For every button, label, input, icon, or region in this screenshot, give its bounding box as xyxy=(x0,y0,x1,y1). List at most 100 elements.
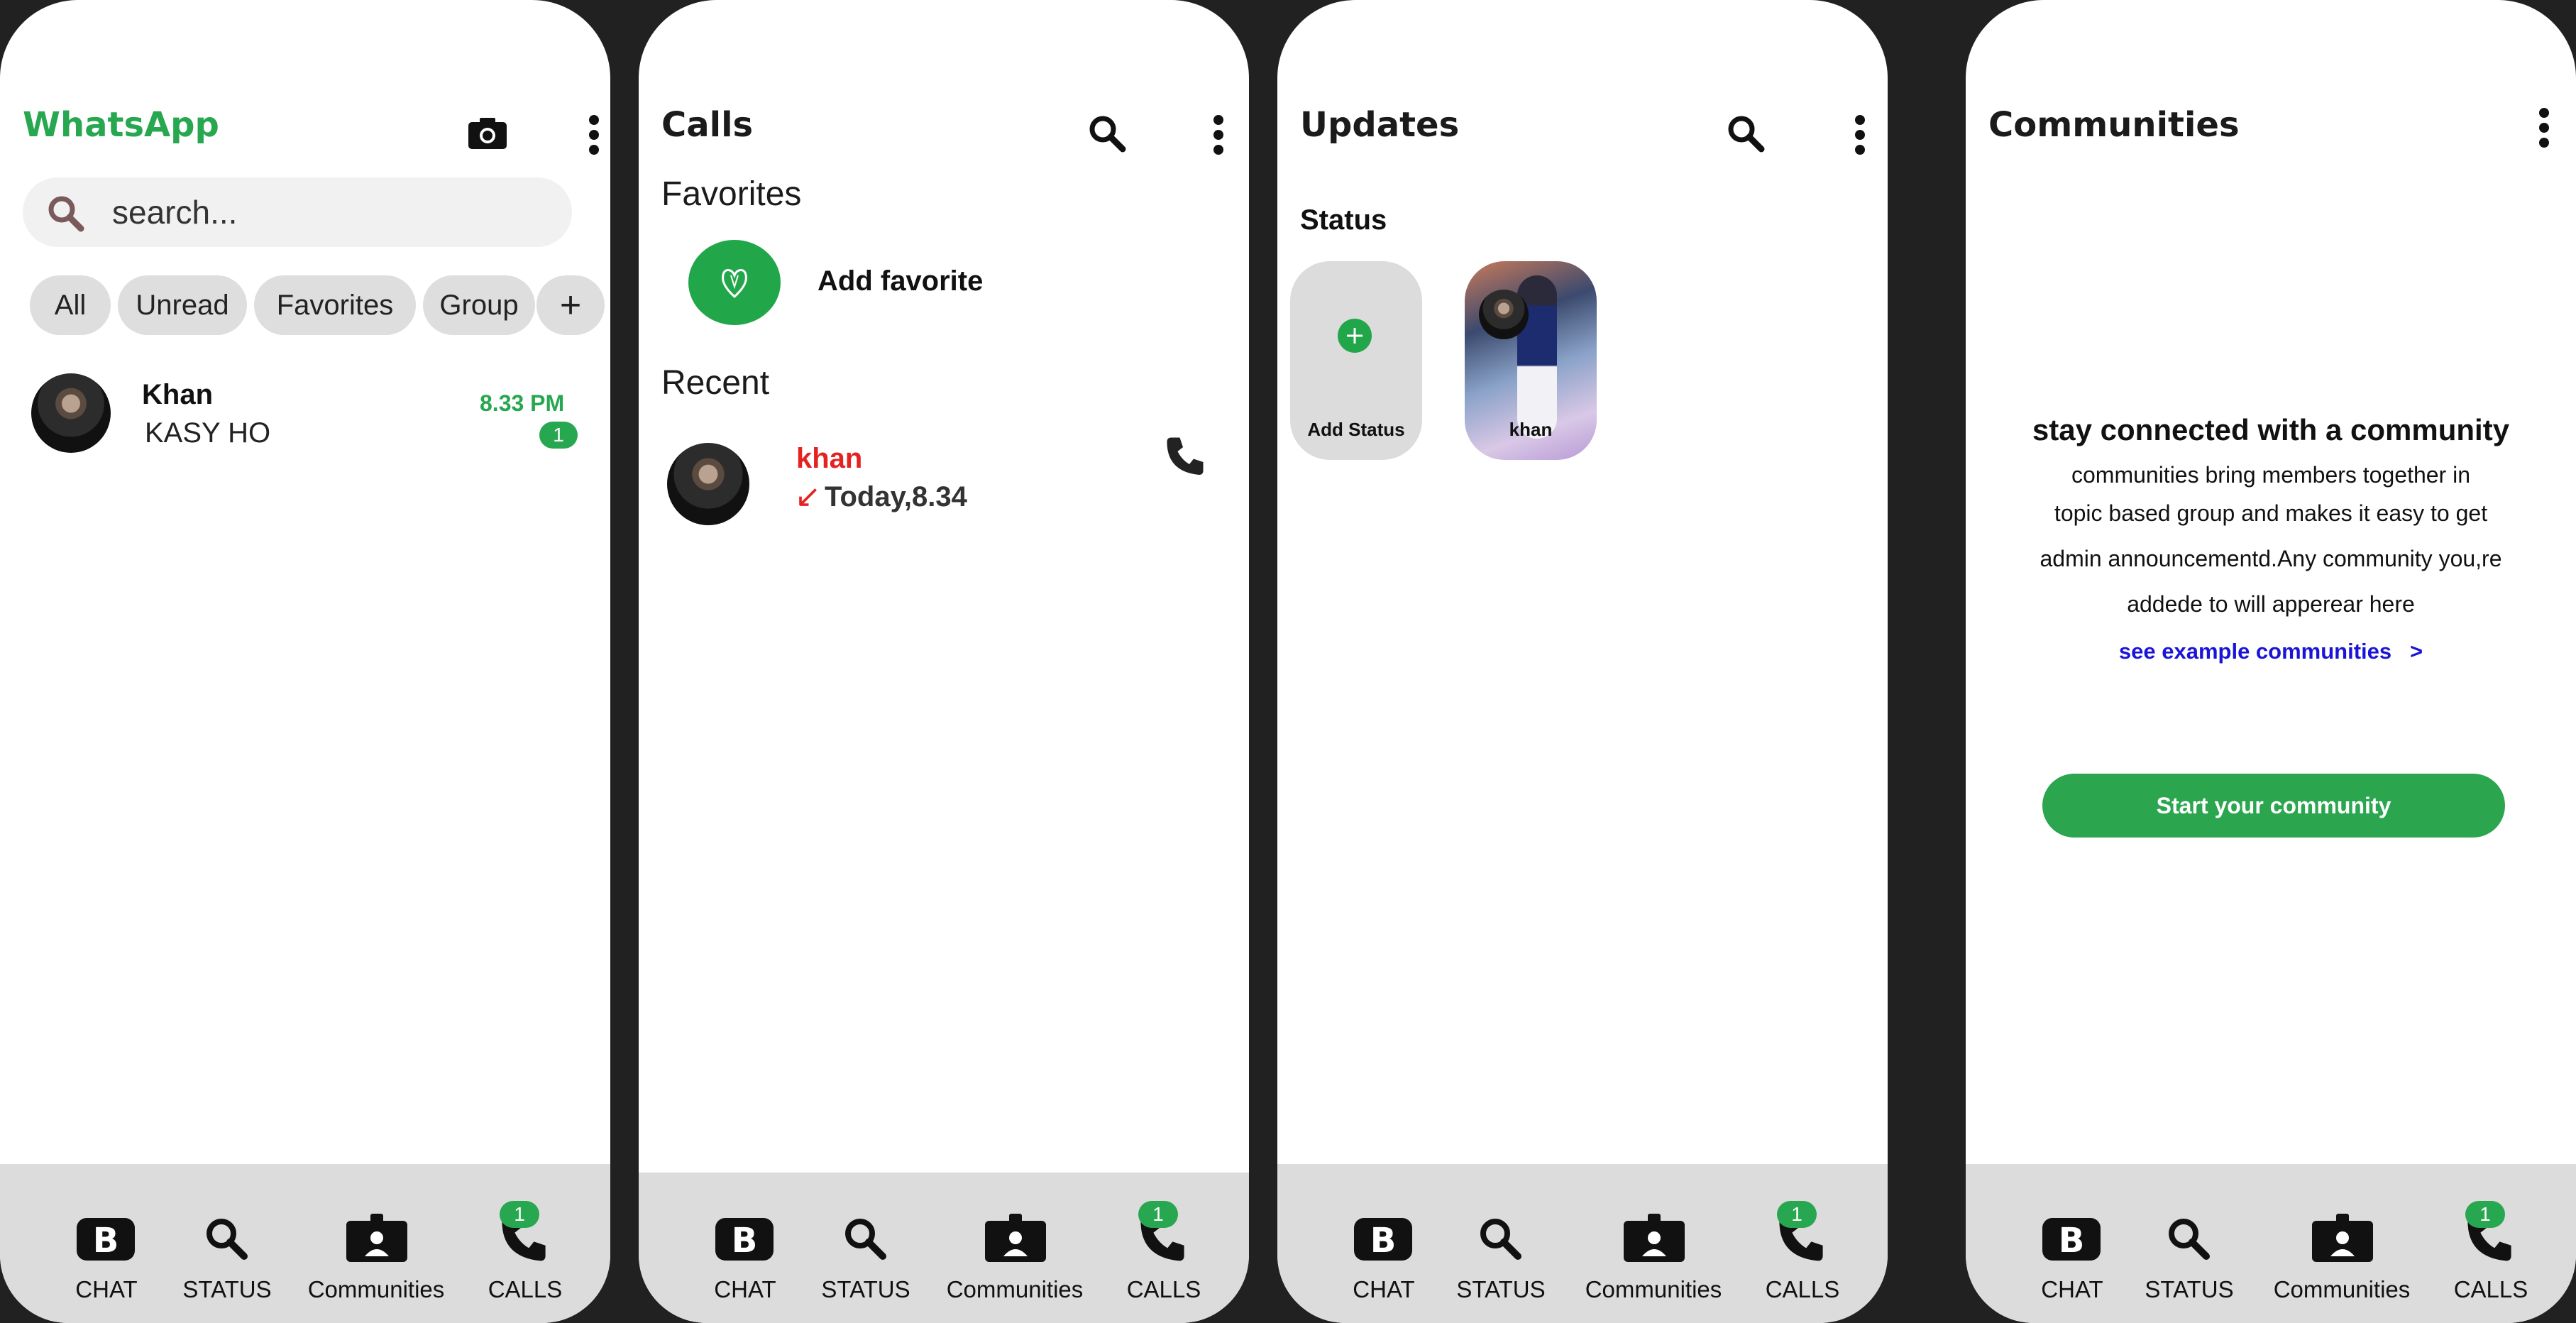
missed-call-arrow-icon: ↙ xyxy=(795,479,821,514)
nav-chat-label: CHAT xyxy=(1353,1276,1415,1302)
nav-status[interactable]: STATUS xyxy=(816,1173,915,1323)
id-card-icon xyxy=(346,1214,407,1262)
nav-status-label: STATUS xyxy=(1456,1276,1546,1302)
start-community-button[interactable]: Start your community xyxy=(2042,774,2505,838)
nav-status[interactable]: STATUS xyxy=(1451,1164,1551,1323)
filter-chip-all[interactable]: All xyxy=(30,275,111,335)
more-options-icon[interactable] xyxy=(1855,115,1866,155)
nav-chat[interactable]: B CHAT xyxy=(1341,1164,1426,1323)
description-line: topic based group and makes it easy to g… xyxy=(2054,500,2488,526)
search-icon xyxy=(2169,1219,2210,1260)
nav-calls-label: CALLS xyxy=(1765,1276,1840,1302)
plus-icon xyxy=(1338,319,1372,353)
add-filter-button[interactable]: + xyxy=(536,275,605,335)
favorites-heading: Favorites xyxy=(661,175,802,213)
nav-status-label: STATUS xyxy=(182,1276,272,1302)
calls-badge: 1 xyxy=(500,1201,539,1228)
filter-chip-group[interactable]: Group xyxy=(423,275,535,335)
nav-calls[interactable]: 1 CALLS xyxy=(1753,1164,1852,1323)
avatar xyxy=(1479,290,1529,339)
id-card-icon xyxy=(2312,1214,2373,1262)
status-card-khan[interactable]: khan xyxy=(1465,261,1597,460)
unread-badge: 1 xyxy=(539,422,578,449)
nav-calls-label: CALLS xyxy=(1126,1276,1201,1302)
nav-communities[interactable]: Communities xyxy=(298,1164,454,1323)
id-card-icon xyxy=(1624,1214,1685,1262)
camera-icon[interactable] xyxy=(468,116,507,149)
nav-chat[interactable]: B CHAT xyxy=(64,1164,149,1323)
bottom-nav: B CHAT STATUS Communities 1 CALLS xyxy=(1277,1164,1888,1323)
nav-chat[interactable]: B CHAT xyxy=(2030,1164,2115,1323)
bottom-nav: B CHAT STATUS Communities 1 CALLS xyxy=(639,1173,1249,1323)
chat-list-item[interactable]: Khan KASY HO 8.33 PM 1 xyxy=(0,362,610,461)
nav-communities[interactable]: Communities xyxy=(2264,1164,2420,1323)
nav-chat[interactable]: B CHAT xyxy=(703,1173,788,1323)
more-options-icon[interactable] xyxy=(2539,108,2550,148)
nav-chat-label: CHAT xyxy=(2041,1276,2103,1302)
description-line: admin announcementd.Any community you,re xyxy=(2040,546,2502,571)
more-options-icon[interactable] xyxy=(589,115,600,155)
see-example-communities-link[interactable]: see example communities > xyxy=(1966,639,2576,664)
nav-status[interactable]: STATUS xyxy=(177,1164,277,1323)
community-description: communities bring members together in to… xyxy=(1966,456,2576,623)
add-status-card[interactable]: Add Status xyxy=(1290,261,1422,460)
nav-communities[interactable]: Communities xyxy=(1575,1164,1732,1323)
nav-status-label: STATUS xyxy=(821,1276,910,1302)
bottom-nav: B CHAT STATUS Communities 1 CALLS xyxy=(1966,1164,2576,1323)
status-heading: Status xyxy=(1300,204,1387,236)
chat-last-message: KASY HO xyxy=(145,417,271,449)
phone-icon[interactable] xyxy=(1164,434,1206,477)
call-time: Today,8.34 xyxy=(825,481,967,512)
bold-b-icon: B xyxy=(77,1218,135,1261)
add-favorite-item[interactable]: Add favorite xyxy=(639,234,1249,334)
nav-calls-label: CALLS xyxy=(488,1276,563,1302)
add-favorite-label: Add favorite xyxy=(818,265,984,297)
chats-screen: WhatsApp search... All Unread Favorites … xyxy=(0,0,610,1323)
bold-b-icon: B xyxy=(1354,1218,1412,1261)
nav-status-label: STATUS xyxy=(2145,1276,2234,1302)
svg-text:B: B xyxy=(93,1221,119,1261)
filter-chip-favorites[interactable]: Favorites xyxy=(254,275,416,335)
recent-heading: Recent xyxy=(661,364,770,402)
page-title: Calls xyxy=(661,105,754,145)
filter-chip-unread[interactable]: Unread xyxy=(118,275,247,335)
community-headline: stay connected with a community xyxy=(2032,413,2510,446)
add-favorite-icon xyxy=(688,240,781,325)
search-icon xyxy=(207,1219,248,1260)
nav-chat-label: CHAT xyxy=(714,1276,776,1302)
nav-communities-label: Communities xyxy=(307,1276,445,1302)
bottom-nav: B CHAT STATUS Communities 1 CALLS xyxy=(0,1164,610,1323)
search-icon[interactable] xyxy=(1086,112,1128,155)
search-icon xyxy=(47,194,85,236)
bold-b-icon: B xyxy=(2042,1218,2101,1261)
app-title: WhatsApp xyxy=(23,105,219,145)
recent-call-item[interactable]: khan ↙ Today,8.34 xyxy=(639,434,1249,534)
calls-badge: 1 xyxy=(1777,1201,1817,1228)
nav-calls-label: CALLS xyxy=(2453,1276,2528,1302)
nav-communities-label: Communities xyxy=(946,1276,1084,1302)
chat-time: 8.33 PM xyxy=(480,390,565,416)
chat-name: Khan xyxy=(142,379,213,410)
avatar xyxy=(31,373,111,453)
nav-calls[interactable]: 1 CALLS xyxy=(2441,1164,2541,1323)
svg-text:B: B xyxy=(732,1221,758,1261)
search-icon xyxy=(1480,1219,1521,1260)
calls-badge: 1 xyxy=(2465,1201,2505,1228)
nav-calls[interactable]: 1 CALLS xyxy=(475,1164,575,1323)
nav-communities[interactable]: Communities xyxy=(937,1173,1093,1323)
bold-b-icon: B xyxy=(715,1218,774,1261)
nav-chat-label: CHAT xyxy=(75,1276,138,1302)
avatar xyxy=(667,443,749,525)
search-input[interactable]: search... xyxy=(112,193,237,231)
nav-communities-label: Communities xyxy=(1585,1276,1722,1302)
more-options-icon[interactable] xyxy=(1213,115,1225,155)
nav-communities-label: Communities xyxy=(2273,1276,2411,1302)
search-icon xyxy=(845,1219,886,1260)
nav-status[interactable]: STATUS xyxy=(2140,1164,2239,1323)
search-icon[interactable] xyxy=(1724,112,1767,155)
nav-calls[interactable]: 1 CALLS xyxy=(1114,1173,1213,1323)
search-bar[interactable]: search... xyxy=(23,177,572,247)
status-name: khan xyxy=(1509,419,1553,440)
page-title: Communities xyxy=(1988,105,2240,145)
description-line: communities bring members together in xyxy=(2071,462,2470,488)
